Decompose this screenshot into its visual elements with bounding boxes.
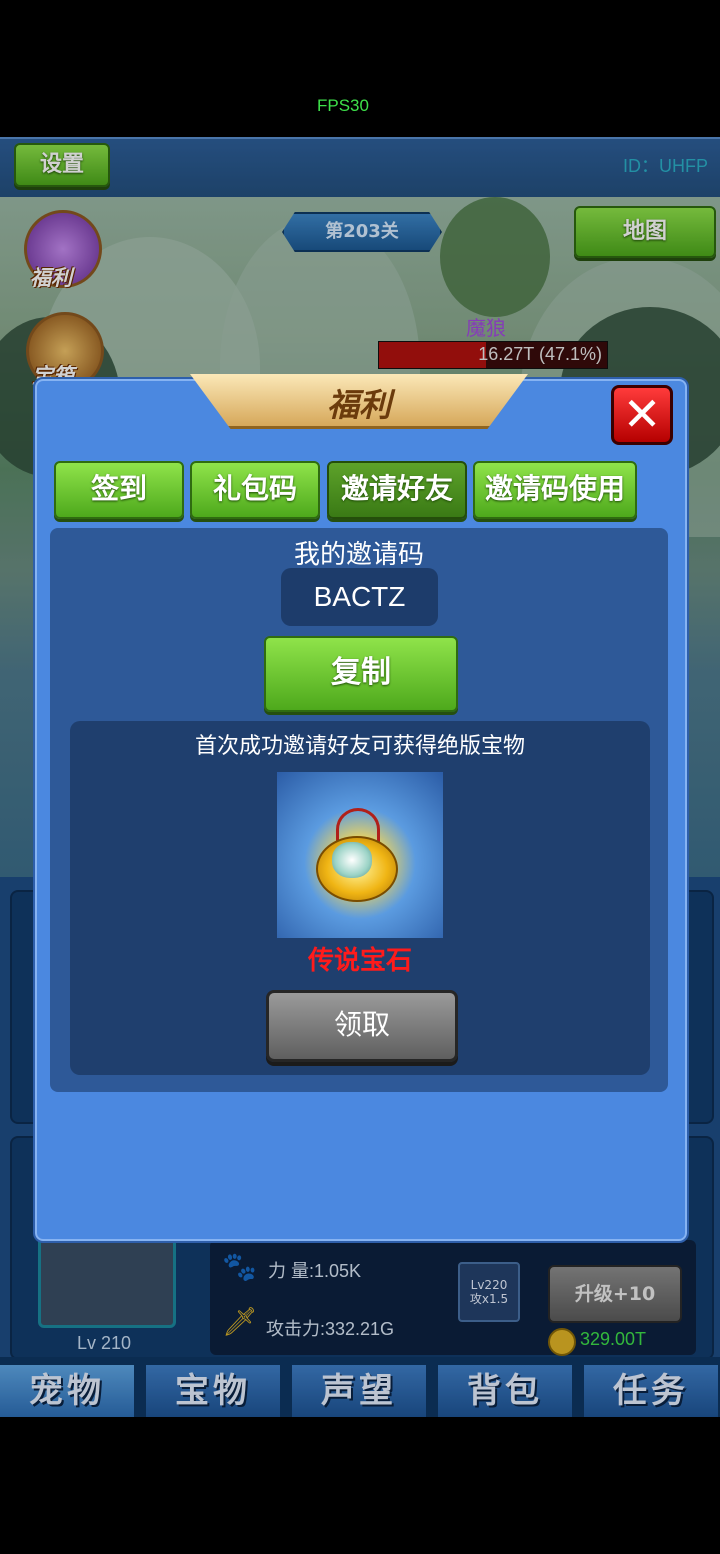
- claim-button[interactable]: 领取: [266, 990, 458, 1062]
- reward-name: 传说宝石: [307, 946, 412, 976]
- dialog-title: 福利: [326, 386, 391, 424]
- tab-gift-code[interactable]: 礼包码: [190, 461, 320, 519]
- close-icon: ✕: [622, 387, 662, 441]
- tab-invite-friends[interactable]: 邀请好友: [327, 461, 467, 519]
- gem-stone: [332, 842, 372, 878]
- close-button[interactable]: ✕: [611, 385, 673, 445]
- invite-code-value: BACTZ: [281, 568, 438, 626]
- reward-description: 首次成功邀请好友可获得绝版宝物: [194, 734, 525, 759]
- tab-sign-in[interactable]: 签到: [54, 461, 184, 519]
- fps-counter: FPS30: [317, 96, 369, 115]
- tab-use-invite-code[interactable]: 邀请码使用: [473, 461, 637, 519]
- copy-button[interactable]: 复制: [264, 636, 458, 712]
- my-invite-code-label: 我的邀请码: [293, 540, 424, 570]
